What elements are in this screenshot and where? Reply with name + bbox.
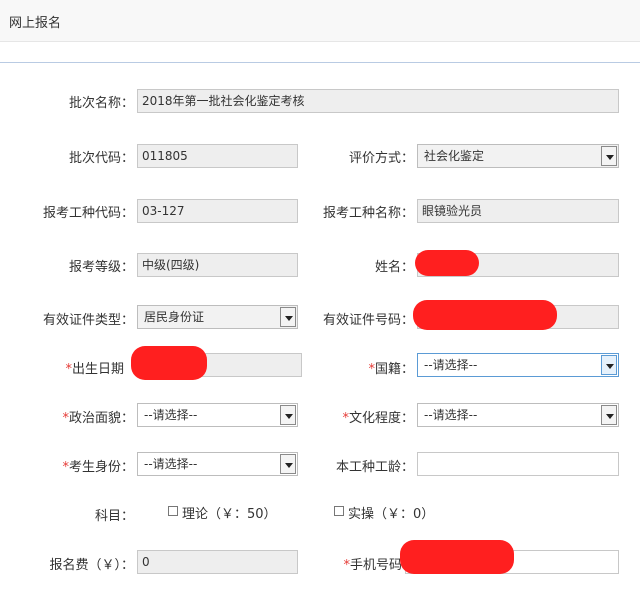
chevron-down-icon[interactable] bbox=[280, 405, 296, 425]
subjects-label: 科目： bbox=[94, 509, 134, 524]
fee-field: 0 bbox=[137, 550, 298, 574]
job-name-label: 报考工种名称： bbox=[322, 206, 414, 221]
id-number-label: 有效证件号码： bbox=[322, 313, 414, 328]
work-years-label: 本工种工龄： bbox=[335, 460, 414, 475]
chevron-down-icon[interactable] bbox=[280, 307, 296, 327]
practice-checkbox[interactable] bbox=[334, 506, 344, 516]
chevron-down-icon[interactable] bbox=[280, 454, 296, 474]
practice-label: 实操（￥：0） bbox=[348, 507, 435, 522]
eval-method-label: 评价方式： bbox=[348, 151, 414, 166]
page-header: 网上报名 bbox=[0, 0, 640, 42]
eval-method-select[interactable]: 社会化鉴定 bbox=[417, 144, 619, 168]
job-code-label: 报考工种代码： bbox=[42, 206, 134, 221]
id-number-redaction bbox=[413, 300, 557, 330]
identity-select[interactable]: --请选择-- bbox=[137, 452, 298, 476]
header-divider bbox=[0, 62, 640, 63]
identity-value: --请选择-- bbox=[144, 457, 198, 471]
chevron-down-icon[interactable] bbox=[601, 146, 617, 166]
job-name-field: 眼镜验光员 bbox=[417, 199, 619, 223]
birth-date-redaction bbox=[131, 346, 207, 380]
education-value: --请选择-- bbox=[424, 408, 478, 422]
level-label: 报考等级： bbox=[68, 260, 134, 275]
political-value: --请选择-- bbox=[144, 408, 198, 422]
phone-label: *手机号码 bbox=[343, 558, 402, 573]
political-select[interactable]: --请选择-- bbox=[137, 403, 298, 427]
eval-method-value: 社会化鉴定 bbox=[424, 149, 485, 163]
id-type-label: 有效证件类型： bbox=[42, 313, 134, 328]
batch-name-label: 批次名称： bbox=[68, 96, 134, 111]
batch-code-label: 批次代码： bbox=[68, 151, 134, 166]
job-code-field: 03-127 bbox=[137, 199, 298, 223]
chevron-down-icon[interactable] bbox=[601, 355, 617, 375]
work-years-input[interactable] bbox=[417, 452, 619, 476]
education-select[interactable]: --请选择-- bbox=[417, 403, 619, 427]
name-redaction bbox=[415, 250, 479, 276]
name-label: 姓名： bbox=[374, 260, 414, 275]
education-label: *文化程度： bbox=[342, 411, 414, 426]
nationality-label: *国籍： bbox=[368, 362, 414, 377]
theory-checkbox[interactable] bbox=[168, 506, 178, 516]
identity-label: *考生身份： bbox=[62, 460, 134, 475]
nationality-select[interactable]: --请选择-- bbox=[417, 353, 619, 377]
political-label: *政治面貌： bbox=[62, 411, 134, 426]
nationality-value: --请选择-- bbox=[424, 358, 478, 372]
birth-date-label: *出生日期 bbox=[65, 362, 124, 377]
batch-code-field: 011805 bbox=[137, 144, 298, 168]
batch-name-field: 2018年第一批社会化鉴定考核 bbox=[137, 89, 619, 113]
id-type-select[interactable]: 居民身份证 bbox=[137, 305, 298, 329]
chevron-down-icon[interactable] bbox=[601, 405, 617, 425]
theory-label: 理论（￥：50） bbox=[182, 507, 277, 522]
phone-redaction bbox=[400, 540, 514, 574]
level-field: 中级(四级) bbox=[137, 253, 298, 277]
page-title: 网上报名 bbox=[9, 16, 62, 31]
fee-label: 报名费（￥）： bbox=[49, 558, 134, 573]
id-type-value: 居民身份证 bbox=[144, 310, 205, 324]
